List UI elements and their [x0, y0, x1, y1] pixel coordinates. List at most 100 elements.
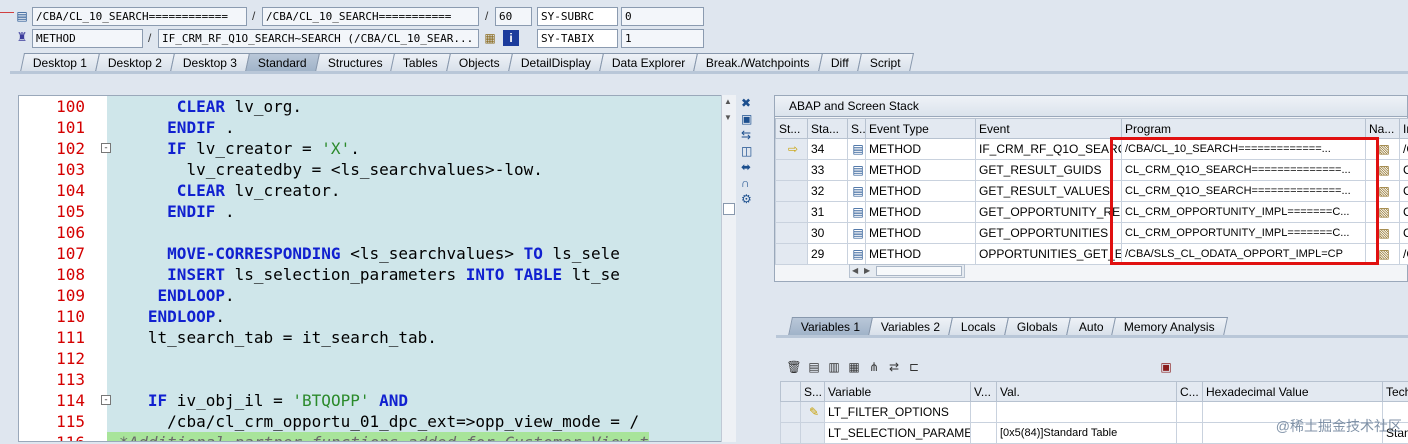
event-type-field[interactable]: METHOD [32, 29, 143, 48]
tab-structures[interactable]: Structures [315, 53, 396, 72]
row-selector[interactable] [781, 423, 801, 444]
source-icon[interactable]: ▦ [482, 30, 498, 46]
tab-objects[interactable]: Objects [446, 53, 513, 72]
col-value[interactable]: Val. [997, 382, 1177, 402]
current-pointer-icon[interactable] [776, 181, 808, 202]
code-line[interactable]: 110 ENDLOOP. [19, 306, 736, 327]
tab-diff[interactable]: Diff [818, 53, 862, 72]
method-icon[interactable]: ▤ [848, 202, 866, 223]
code-line[interactable]: 116*Additional partner functions added f… [19, 432, 736, 442]
tab-variables-1[interactable]: Variables 1 [788, 317, 873, 336]
code-line[interactable]: 113 [19, 369, 736, 390]
current-pointer-icon[interactable] [776, 223, 808, 244]
tab-desktop-1[interactable]: Desktop 1 [20, 53, 100, 72]
col-event-type[interactable]: Event Type [866, 119, 976, 139]
col-program[interactable]: Program [1122, 119, 1366, 139]
method-icon[interactable]: ▤ [848, 181, 866, 202]
fold-toggle-icon[interactable]: - [101, 143, 111, 153]
hscroll-thumb[interactable] [876, 266, 962, 276]
code-line[interactable]: 102- IF lv_creator = 'X'. [19, 138, 736, 159]
new-window-icon[interactable]: ▣ [741, 112, 752, 126]
tab-locals[interactable]: Locals [948, 317, 1009, 336]
col-event[interactable]: Event [976, 119, 1122, 139]
stack-hscrollbar[interactable]: ◀ ▶ [849, 264, 965, 278]
variable-name-cell[interactable]: LT_FILTER_OPTIONS [825, 402, 971, 423]
code-line[interactable]: 115 /cba/cl_crm_opportu_01_dpc_ext=>opp_… [19, 411, 736, 432]
swap-icon[interactable]: ⇆ [741, 128, 751, 142]
code-line[interactable]: 107 MOVE-CORRESPONDING <ls_searchvalues>… [19, 243, 736, 264]
scroll-right-icon[interactable]: ▶ [864, 265, 870, 277]
col-var-s[interactable]: S... [801, 382, 825, 402]
col-include[interactable]: In [1400, 119, 1408, 139]
current-pointer-icon[interactable] [776, 244, 808, 265]
tab-standard[interactable]: Standard [245, 53, 320, 72]
code-line[interactable]: 105 ENDIF . [19, 201, 736, 222]
method-icon[interactable]: ▤ [848, 160, 866, 181]
row-selector[interactable] [781, 402, 801, 423]
event-field[interactable]: IF_CRM_RF_Q1O_SEARCH~SEARCH (/CBA/CL_10_… [158, 29, 479, 48]
code-line[interactable]: 112 [19, 348, 736, 369]
tab-detaildisplay[interactable]: DetailDisplay [508, 53, 604, 72]
code-line[interactable]: 114- IF iv_obj_il = 'BTQOPP' AND [19, 390, 736, 411]
sysvar-value-field[interactable]: 0 [621, 7, 704, 26]
tab-globals[interactable]: Globals [1004, 317, 1071, 336]
code-line[interactable]: 100 CLEAR lv_org. [19, 96, 736, 117]
tab-data-explorer[interactable]: Data Explorer [599, 53, 698, 72]
scroll-down-icon[interactable]: ▼ [724, 113, 732, 122]
list-icon[interactable]: ▤ [806, 359, 822, 375]
method-icon[interactable]: ▤ [848, 244, 866, 265]
tab-memory-analysis[interactable]: Memory Analysis [1111, 317, 1228, 336]
current-pointer-icon[interactable] [776, 202, 808, 223]
code-line[interactable]: 103 lv_createdby = <ls_searchvalues>-low… [19, 159, 736, 180]
col-tech[interactable]: Tech [1383, 382, 1408, 402]
folder-icon[interactable]: ⊏ [906, 359, 922, 375]
headset-icon[interactable]: ∩ [741, 176, 750, 190]
code-line[interactable]: 108 INSERT ls_selection_parameters INTO … [19, 264, 736, 285]
tab-desktop-3[interactable]: Desktop 3 [170, 53, 250, 72]
scroll-thumb[interactable] [723, 203, 735, 215]
col-variable[interactable]: Variable [825, 382, 971, 402]
sysvar-name-field[interactable]: SY-SUBRC [537, 7, 618, 26]
hierarchy-icon[interactable]: ⋔ [866, 359, 882, 375]
code-line[interactable]: 106 [19, 222, 736, 243]
tab-breakpoints[interactable]: Break./Watchpoints [693, 53, 823, 72]
col-navigate[interactable]: Na... [1366, 119, 1400, 139]
transfer-icon[interactable]: ⇄ [886, 359, 902, 375]
variable-name-cell[interactable]: LT_SELECTION_PARAME... [825, 423, 971, 444]
col-s[interactable]: S... [848, 119, 866, 139]
info-icon[interactable]: i [503, 30, 519, 46]
col-var-c[interactable]: C... [1177, 382, 1203, 402]
save-icon[interactable]: ▣ [1158, 359, 1174, 375]
tab-desktop-2[interactable]: Desktop 2 [95, 53, 175, 72]
program-field[interactable]: /CBA/CL_10_SEARCH============ [32, 7, 247, 26]
variable-value-cell[interactable] [997, 402, 1177, 423]
tab-tables[interactable]: Tables [390, 53, 451, 72]
col-status[interactable]: St... [776, 119, 808, 139]
current-pointer-icon[interactable]: ⇨ [776, 139, 808, 160]
maximize-icon[interactable]: ◫ [741, 144, 752, 158]
method-icon[interactable]: ▤ [848, 223, 866, 244]
include-field[interactable]: /CBA/CL_10_SEARCH=========== [262, 7, 479, 26]
tab-auto[interactable]: Auto [1066, 317, 1117, 336]
source-code-editor[interactable]: 100 CLEAR lv_org.101 ENDIF .102- IF lv_c… [18, 95, 736, 442]
code-line[interactable]: 111 lt_search_tab = it_search_tab. [19, 327, 736, 348]
sysvar2-value-field[interactable]: 1 [621, 29, 704, 48]
col-hex-value[interactable]: Hexadecimal Value [1203, 382, 1383, 402]
tab-script[interactable]: Script [857, 53, 914, 72]
code-line[interactable]: 109 ENDLOOP. [19, 285, 736, 306]
col-stack-level[interactable]: Sta... [808, 119, 848, 139]
resize-icon[interactable]: ⬌ [741, 160, 751, 174]
code-line[interactable]: 104 CLEAR lv_creator. [19, 180, 736, 201]
variable-value-cell[interactable]: [0x5(84)]Standard Table [997, 423, 1177, 444]
line-field[interactable]: 60 [495, 7, 532, 26]
scroll-up-icon[interactable]: ▲ [724, 97, 732, 106]
close-icon[interactable]: ✖ [741, 96, 751, 110]
current-pointer-icon[interactable] [776, 160, 808, 181]
code-line[interactable]: 101 ENDIF . [19, 117, 736, 138]
delete-icon[interactable]: 🗑 [786, 359, 802, 375]
method-icon[interactable]: ▤ [848, 139, 866, 160]
editor-scrollbar[interactable]: ▲ ▼ [721, 95, 736, 442]
fold-toggle-icon[interactable]: - [101, 395, 111, 405]
sysvar2-name-field[interactable]: SY-TABIX [537, 29, 618, 48]
col-var-v[interactable]: V... [971, 382, 997, 402]
